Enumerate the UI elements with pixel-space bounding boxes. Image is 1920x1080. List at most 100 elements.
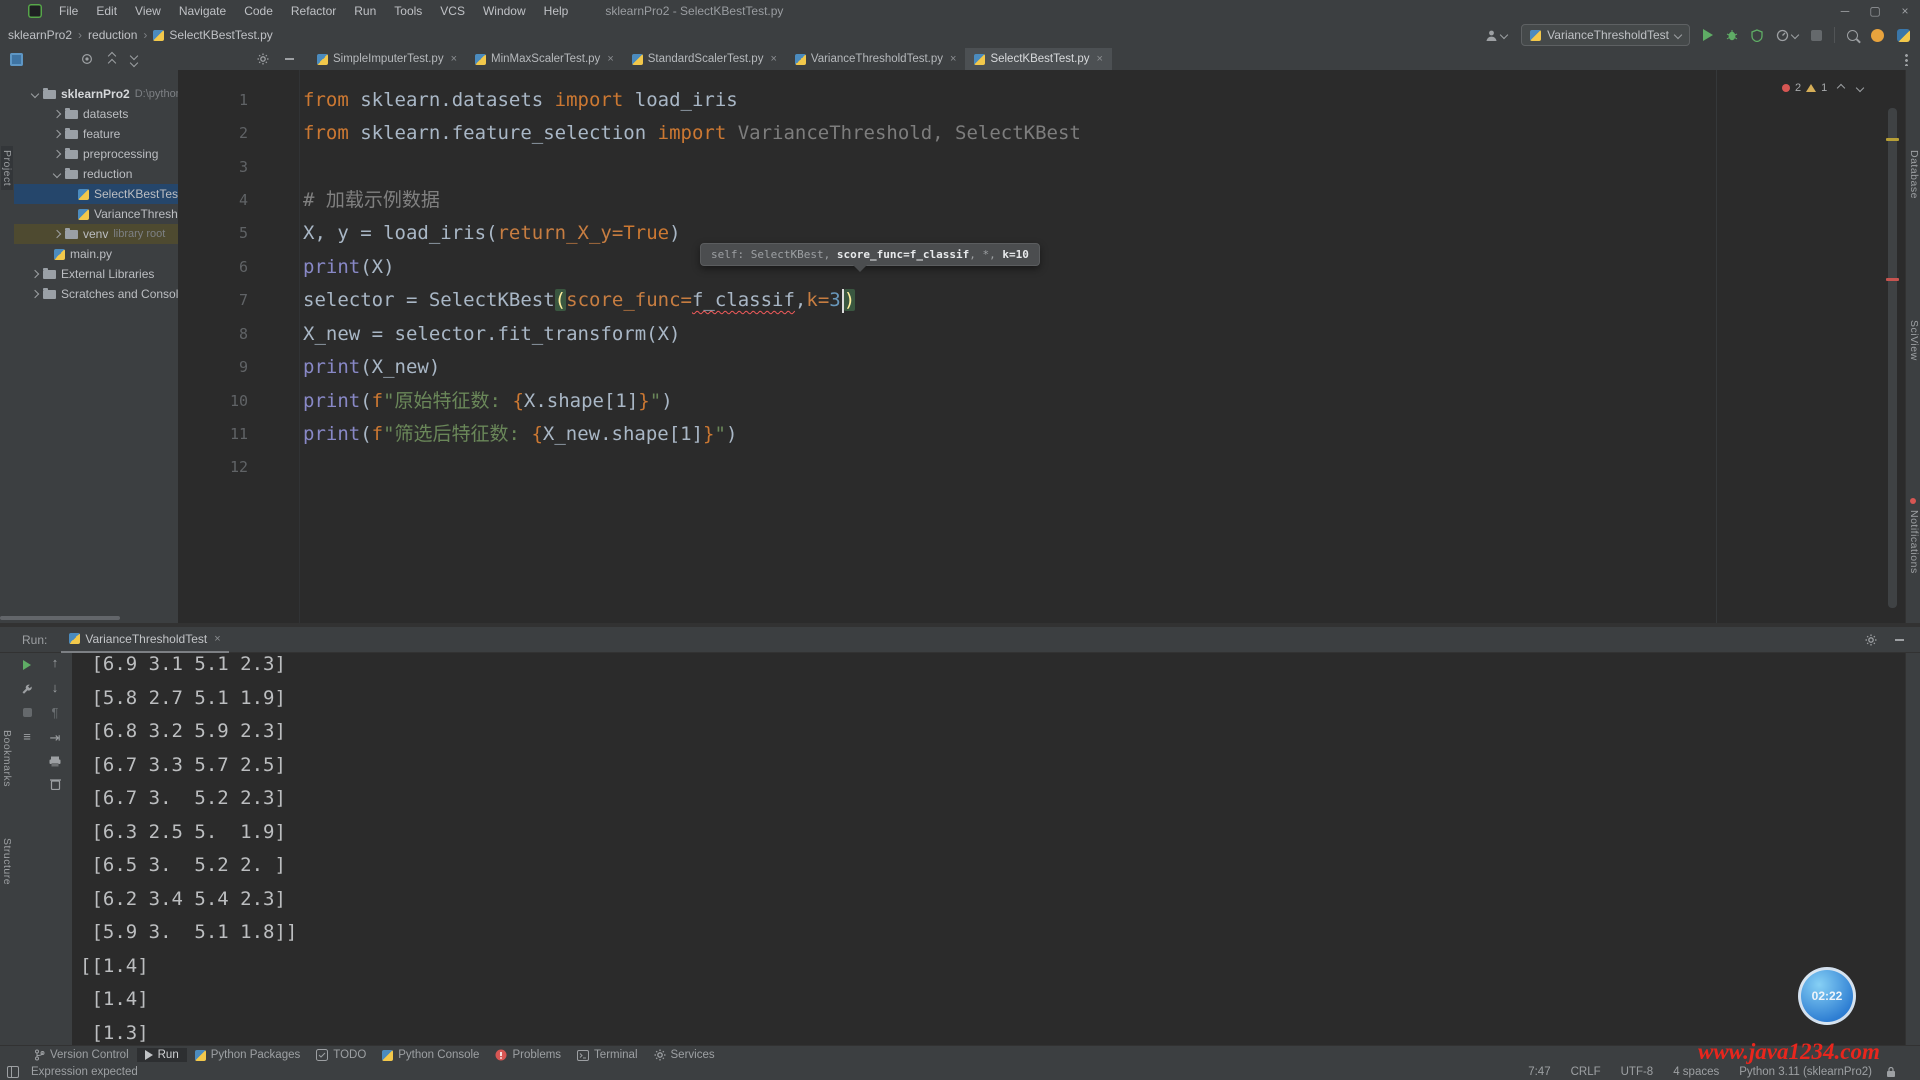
menu-help[interactable]: Help bbox=[535, 0, 578, 22]
tree-item-scratches[interactable]: Scratches and Consoles bbox=[14, 284, 178, 304]
toolwindow-todo[interactable]: TODO bbox=[308, 1048, 374, 1062]
error-stripe-mark[interactable] bbox=[1886, 278, 1899, 281]
run-console[interactable] bbox=[72, 653, 1905, 1045]
tool-window-switcher-icon[interactable] bbox=[7, 1066, 19, 1078]
inspections-widget[interactable]: 2 1 bbox=[1782, 82, 1863, 94]
close-tab-icon[interactable]: × bbox=[451, 53, 457, 65]
tab-selectkbesttest[interactable]: SelectKBestTest.py × bbox=[965, 48, 1112, 70]
close-button[interactable]: × bbox=[1890, 0, 1920, 22]
chevron-right-icon[interactable] bbox=[53, 230, 61, 238]
menu-tools[interactable]: Tools bbox=[385, 0, 431, 22]
collapse-all-icon[interactable] bbox=[109, 53, 115, 66]
close-tab-icon[interactable]: × bbox=[950, 53, 956, 65]
python-interpreter[interactable]: Python 3.11 (sklearnPro2) bbox=[1739, 1066, 1872, 1078]
next-issue-icon[interactable] bbox=[1856, 84, 1864, 92]
toolwindow-services[interactable]: Services bbox=[646, 1048, 723, 1062]
chevron-down-icon[interactable] bbox=[31, 90, 39, 98]
tab-variancethresholdtest[interactable]: VarianceThresholdTest.py × bbox=[786, 48, 966, 70]
tree-item-mainpy[interactable]: main.py bbox=[14, 244, 178, 264]
show-run-list-icon[interactable]: ≡ bbox=[23, 730, 31, 744]
tree-item-external-libraries[interactable]: External Libraries bbox=[14, 264, 178, 284]
menu-file[interactable]: File bbox=[50, 0, 87, 22]
code-with-me-icon[interactable] bbox=[1485, 29, 1507, 42]
soft-wrap-icon[interactable]: ¶ bbox=[52, 706, 59, 720]
editor-options-icon[interactable] bbox=[1905, 53, 1908, 66]
hide-panel-icon[interactable] bbox=[285, 58, 294, 60]
gutter-line-number[interactable]: 3 bbox=[178, 151, 248, 184]
close-tab-icon[interactable]: × bbox=[607, 53, 613, 65]
gutter-line-number[interactable]: 1 bbox=[178, 84, 248, 117]
stripe-sciview-tab[interactable]: SciView bbox=[1908, 320, 1920, 361]
gutter-line-number[interactable]: 8 bbox=[178, 318, 248, 351]
gutter-line-number[interactable]: 9 bbox=[178, 351, 248, 384]
print-icon[interactable] bbox=[49, 756, 61, 767]
close-tab-icon[interactable]: × bbox=[1097, 53, 1103, 65]
stripe-project-tab[interactable]: Project bbox=[1, 146, 13, 190]
tab-standardscalertest[interactable]: StandardScalerTest.py × bbox=[623, 48, 786, 70]
gutter-line-number[interactable]: 10 bbox=[178, 385, 248, 418]
close-tab-icon[interactable]: × bbox=[770, 53, 776, 65]
tree-item-venv[interactable]: venv library root bbox=[14, 224, 178, 244]
menu-edit[interactable]: Edit bbox=[87, 0, 126, 22]
up-stack-trace-icon[interactable]: ↑ bbox=[52, 656, 59, 670]
chevron-right-icon[interactable] bbox=[31, 290, 39, 298]
tree-item-feature[interactable]: feature bbox=[14, 124, 178, 144]
toolwindow-python-console[interactable]: Python Console bbox=[374, 1048, 487, 1062]
gutter-line-number[interactable]: 7 bbox=[178, 284, 248, 317]
tree-item-sklearnpro2[interactable]: sklearnPro2 D:\python_pr bbox=[14, 84, 178, 104]
stripe-bookmarks-tab[interactable]: Bookmarks bbox=[1, 730, 13, 787]
warning-stripe-mark[interactable] bbox=[1886, 138, 1899, 141]
locate-file-icon[interactable] bbox=[81, 53, 93, 65]
caret-position[interactable]: 7:47 bbox=[1528, 1066, 1550, 1078]
debug-button[interactable] bbox=[1726, 29, 1738, 42]
gutter-line-number[interactable]: 12 bbox=[178, 451, 248, 484]
breadcrumb-project[interactable]: sklearnPro2 bbox=[8, 28, 72, 42]
gutter-line-number[interactable]: 11 bbox=[178, 418, 248, 451]
run-panel-settings-icon[interactable] bbox=[1865, 634, 1877, 646]
gutter-line-number[interactable]: 5 bbox=[178, 217, 248, 250]
prev-issue-icon[interactable] bbox=[1837, 84, 1845, 92]
tab-minmaxscalertest[interactable]: MinMaxScalerTest.py × bbox=[466, 48, 623, 70]
down-stack-trace-icon[interactable]: ↓ bbox=[52, 681, 59, 695]
profiler-button[interactable] bbox=[1776, 29, 1798, 42]
gutter-line-number[interactable]: 6 bbox=[178, 251, 248, 284]
chevron-right-icon[interactable] bbox=[53, 150, 61, 158]
breadcrumb-file[interactable]: SelectKBestTest.py bbox=[169, 28, 272, 42]
chevron-right-icon[interactable] bbox=[53, 110, 61, 118]
clear-console-icon[interactable] bbox=[50, 778, 61, 790]
plugin-orange-icon[interactable] bbox=[1871, 29, 1884, 42]
gutter-line-number[interactable]: 2 bbox=[178, 117, 248, 150]
menu-view[interactable]: View bbox=[126, 0, 170, 22]
breadcrumb-folder[interactable]: reduction bbox=[88, 28, 137, 42]
modify-run-config-icon[interactable] bbox=[21, 683, 33, 695]
chevron-down-icon[interactable] bbox=[53, 170, 61, 178]
tree-item-preprocessing[interactable]: preprocessing bbox=[14, 144, 178, 164]
stop-process-button[interactable] bbox=[23, 708, 32, 717]
menu-refactor[interactable]: Refactor bbox=[282, 0, 345, 22]
toolwindow-version-control[interactable]: Version Control bbox=[26, 1048, 137, 1062]
run-button[interactable] bbox=[1703, 29, 1713, 41]
expand-all-icon[interactable] bbox=[131, 53, 137, 66]
stripe-database-tab[interactable]: Database bbox=[1908, 150, 1920, 199]
menu-code[interactable]: Code bbox=[235, 0, 282, 22]
search-everywhere-icon[interactable] bbox=[1847, 30, 1858, 41]
coverage-button[interactable] bbox=[1751, 29, 1763, 42]
toolwindow-terminal[interactable]: Terminal bbox=[569, 1048, 645, 1062]
tree-item-reduction[interactable]: reduction bbox=[14, 164, 178, 184]
ide-settings-icon[interactable] bbox=[1897, 29, 1910, 42]
toolwindow-run[interactable]: Run bbox=[137, 1048, 187, 1062]
close-tab-icon[interactable]: × bbox=[214, 633, 220, 645]
file-encoding[interactable]: UTF-8 bbox=[1621, 1066, 1654, 1078]
tree-horizontal-scrollbar[interactable] bbox=[0, 616, 120, 620]
hide-run-panel-icon[interactable] bbox=[1895, 639, 1904, 641]
panel-settings-icon[interactable] bbox=[257, 53, 269, 65]
indent-style[interactable]: 4 spaces bbox=[1673, 1066, 1719, 1078]
minimize-button[interactable]: ─ bbox=[1830, 0, 1860, 22]
project-tool-icon[interactable] bbox=[10, 53, 23, 66]
stop-button[interactable] bbox=[1811, 30, 1822, 41]
tree-item-selectkbesttest[interactable]: SelectKBestTest.py bbox=[14, 184, 178, 204]
maximize-button[interactable]: ▢ bbox=[1860, 0, 1890, 22]
stripe-notifications-tab[interactable]: Notifications bbox=[1908, 510, 1920, 574]
toolwindow-python-packages[interactable]: Python Packages bbox=[187, 1048, 309, 1062]
toolwindow-problems[interactable]: Problems bbox=[487, 1048, 569, 1062]
